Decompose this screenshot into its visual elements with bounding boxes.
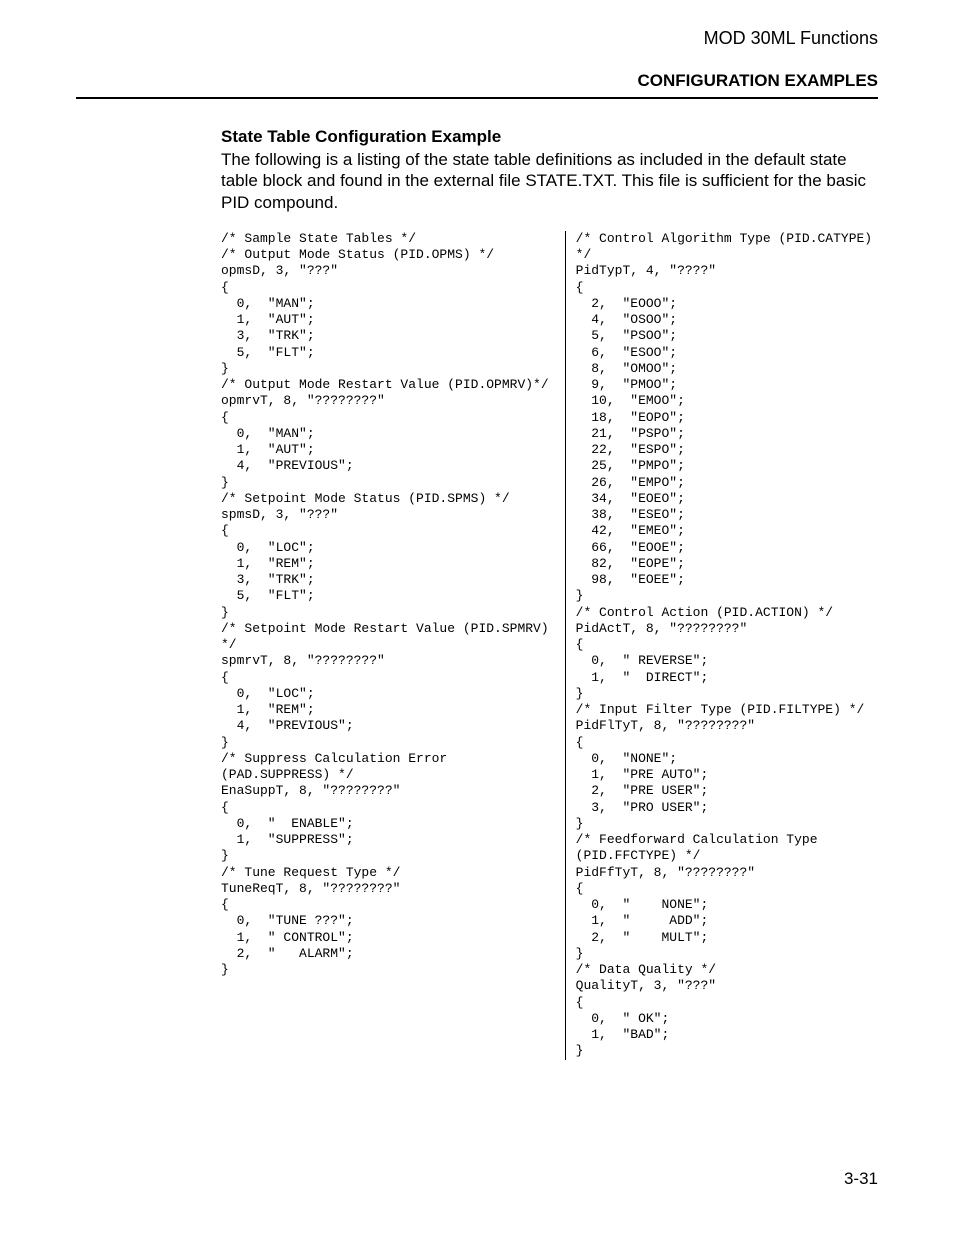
intro-paragraph: The following is a listing of the state … bbox=[221, 149, 878, 213]
subsection-heading: State Table Configuration Example bbox=[221, 127, 878, 147]
column-divider bbox=[565, 231, 566, 1060]
code-column-right: /* Control Algorithm Type (PID.CATYPE) *… bbox=[572, 231, 878, 1060]
page: MOD 30ML Functions CONFIGURATION EXAMPLE… bbox=[0, 0, 954, 1235]
document-title: MOD 30ML Functions bbox=[76, 28, 878, 49]
section-title: CONFIGURATION EXAMPLES bbox=[76, 71, 878, 91]
code-columns: /* Sample State Tables */ /* Output Mode… bbox=[221, 231, 878, 1060]
content-area: State Table Configuration Example The fo… bbox=[221, 127, 878, 1060]
code-column-left: /* Sample State Tables */ /* Output Mode… bbox=[221, 231, 559, 1060]
page-number: 3-31 bbox=[844, 1169, 878, 1189]
header-rule bbox=[76, 97, 878, 99]
